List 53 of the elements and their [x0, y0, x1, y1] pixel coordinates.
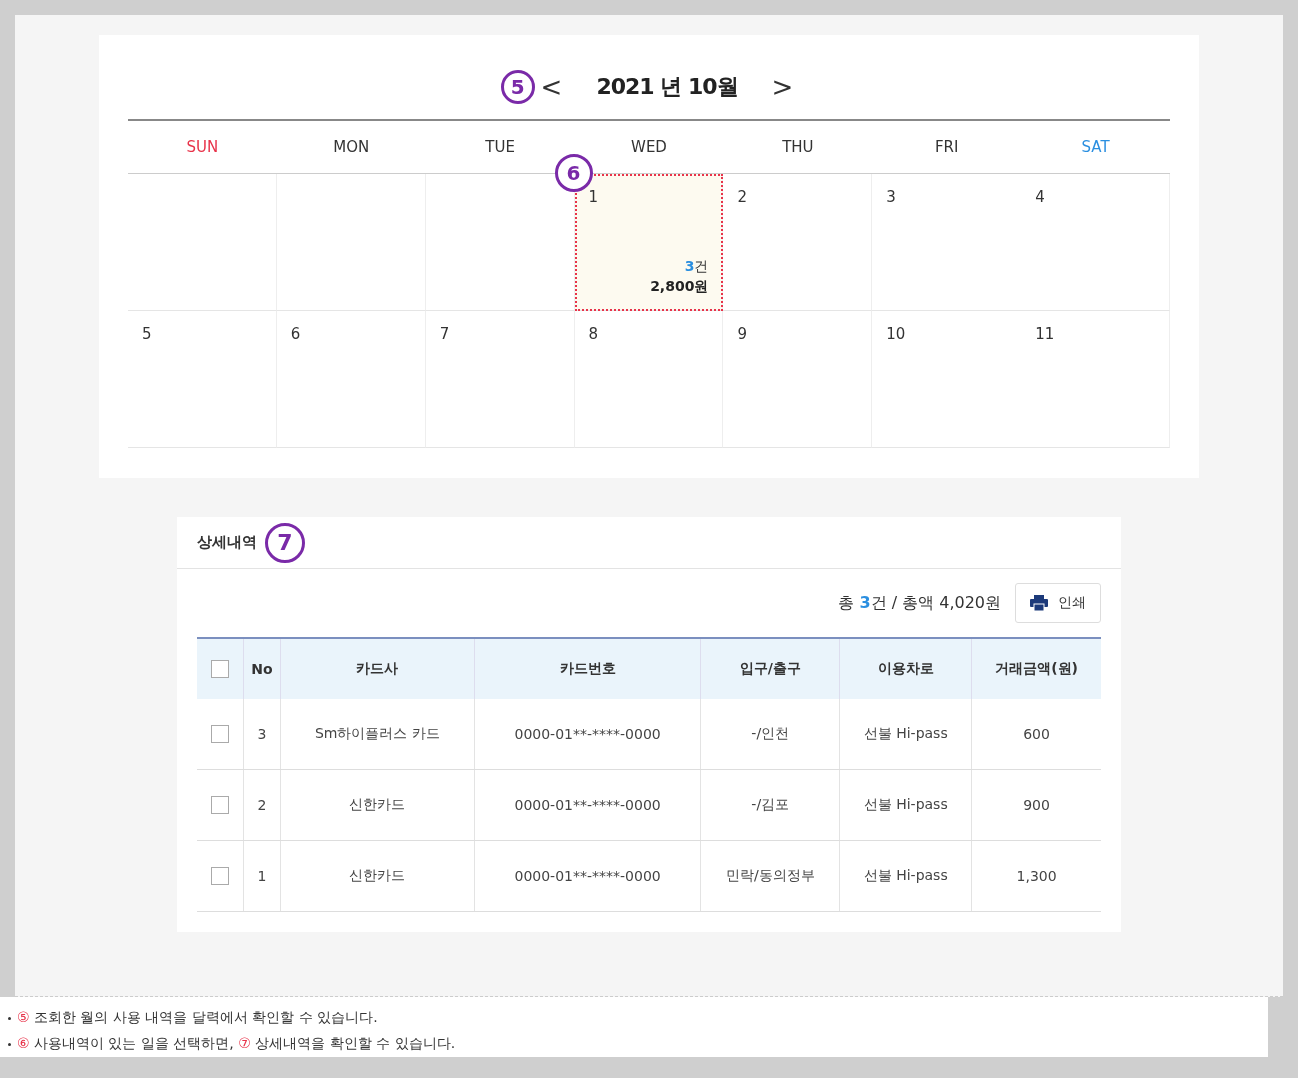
column-header: No	[243, 638, 281, 699]
note-text: ⑤ 조회한 월의 사용 내역을 달력에서 확인할 수 있습니다.	[17, 1009, 378, 1027]
table-cell: 신한카드	[280, 840, 475, 912]
bullet-dot	[8, 1016, 11, 1020]
print-button[interactable]: 인쇄	[1015, 583, 1101, 623]
prev-month-button[interactable]: <	[536, 72, 567, 102]
transaction-count: 3건	[684, 258, 709, 276]
table-cell: 민락/동의정부	[700, 840, 840, 912]
table-cell: 3	[243, 699, 281, 770]
column-header: 카드번호	[474, 638, 701, 699]
note-text: ⑥ 사용내역이 있는 일을 선택하면, ⑦ 상세내역을 확인할 수 있습니다.	[17, 1035, 456, 1053]
table-cell: Sm하이플러스 카드	[280, 699, 475, 770]
table-cell: 신한카드	[280, 769, 475, 841]
month-title: 2021 년 10월	[596, 73, 738, 101]
row-checkbox[interactable]	[211, 867, 229, 885]
total-summary: 총 3건 / 총액 4,020원	[838, 592, 1001, 614]
printer-icon	[1030, 595, 1048, 611]
day-cell[interactable]: 8	[574, 311, 724, 448]
day-cell[interactable]: 9	[723, 311, 873, 448]
row-checkbox[interactable]	[211, 725, 229, 743]
table-cell: 선불 Hi-pass	[839, 699, 972, 770]
table-cell: 2	[243, 769, 281, 841]
callout-badge: 5	[500, 70, 535, 104]
table-cell: -/김포	[700, 769, 840, 841]
day-cell[interactable]: 6	[276, 311, 426, 448]
next-month-button[interactable]: >	[767, 72, 798, 102]
table-cell: -/인천	[700, 699, 840, 770]
weekday-label: SUN	[128, 121, 277, 174]
table-cell: 1	[243, 840, 281, 912]
table-cell: 0000-01**-****-0000	[474, 769, 701, 841]
callout-badge: 7	[265, 522, 305, 563]
table-cell: 0000-01**-****-0000	[474, 840, 701, 912]
day-cell[interactable]: 7	[425, 311, 575, 448]
day-cell[interactable]: 11	[1021, 311, 1170, 448]
column-header: 카드사	[280, 638, 475, 699]
weekday-label: MON	[276, 121, 426, 174]
column-header: 이용차로	[839, 638, 972, 699]
table-cell: 선불 Hi-pass	[839, 840, 972, 912]
section-title: 상세내역	[197, 533, 257, 552]
table-cell: 0000-01**-****-0000	[474, 699, 701, 770]
row-checkbox[interactable]	[211, 796, 229, 814]
table-cell: 600	[971, 699, 1101, 770]
transaction-amount: 2,800원	[650, 278, 709, 296]
select-all-checkbox[interactable]	[211, 660, 229, 678]
day-cell[interactable]: 4	[1021, 174, 1170, 311]
day-cell[interactable]: 5	[128, 311, 277, 448]
column-header: 입구/출구	[700, 638, 840, 699]
table-cell: 1,300	[971, 840, 1101, 912]
table-cell: 선불 Hi-pass	[839, 769, 972, 841]
day-cell[interactable]: 2	[723, 174, 873, 311]
bullet-dot	[8, 1042, 11, 1046]
column-header: 거래금액(원)	[971, 638, 1101, 699]
table-cell: 900	[971, 769, 1101, 841]
